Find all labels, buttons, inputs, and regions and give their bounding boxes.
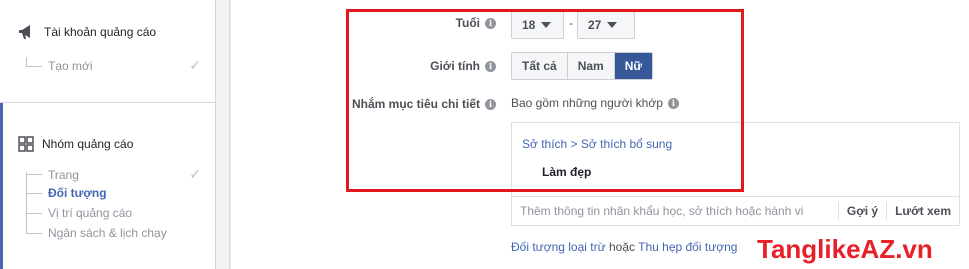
browse-button[interactable]: Lướt xem: [886, 202, 959, 220]
checkmark-icon: ✓: [189, 57, 201, 73]
ad-set-header[interactable]: Nhóm quảng cáo: [18, 136, 133, 152]
ad-set-title: Nhóm quảng cáo: [42, 137, 134, 151]
sidebar-item-label: Ngân sách & lịch chạy: [48, 226, 167, 240]
sidebar-item-budget-schedule[interactable]: Ngân sách & lịch chạy: [26, 226, 201, 240]
exclude-people-link[interactable]: Đối tượng loại trừ: [511, 240, 606, 254]
tree-branch: [26, 232, 42, 234]
sidebar-item-label: Trang: [48, 167, 79, 182]
panel-gutter: [216, 0, 230, 269]
megaphone-icon: [18, 24, 36, 40]
targeting-search: Thêm thông tin nhân khẩu học, sở thích h…: [511, 196, 960, 226]
grid-icon: [18, 136, 34, 152]
sidebar-item-create-new[interactable]: Tạo mới ✓: [26, 56, 201, 74]
tree-branch: [26, 212, 42, 214]
or-text: hoặc: [608, 240, 636, 254]
sidebar-item-label: Đối tượng: [48, 186, 107, 200]
narrow-audience-link[interactable]: Thu hẹp đối tượng: [638, 240, 737, 254]
audience-links: Đối tượng loại trừ hoặc Thu hẹp đối tượn…: [511, 240, 737, 254]
sidebar-item-page[interactable]: Trang ✓: [26, 166, 201, 183]
checkmark-icon: ✓: [189, 166, 201, 182]
sidebar: Tài khoản quảng cáo Tạo mới ✓ Nhóm quảng…: [0, 0, 216, 269]
sidebar-item-label: Tạo mới: [48, 58, 93, 73]
tree-branch: [26, 174, 42, 175]
highlight-box: [346, 9, 744, 192]
tree-branch: [26, 192, 42, 194]
targeting-search-input[interactable]: Thêm thông tin nhân khẩu học, sở thích h…: [512, 204, 838, 218]
sidebar-item-placements[interactable]: Vị trí quảng cáo: [26, 206, 201, 220]
tree-connector: [26, 56, 42, 67]
ad-account-title: Tài khoản quảng cáo: [44, 25, 157, 39]
active-section-indicator: [0, 103, 3, 269]
sidebar-item-audience[interactable]: Đối tượng: [26, 186, 201, 200]
sidebar-item-label: Vị trí quảng cáo: [48, 206, 133, 220]
ad-account-header[interactable]: Tài khoản quảng cáo: [18, 24, 156, 40]
suggestions-button[interactable]: Gợi ý: [837, 202, 886, 220]
divider: [0, 102, 216, 103]
watermark: TanglikeAZ.vn: [757, 234, 933, 264]
